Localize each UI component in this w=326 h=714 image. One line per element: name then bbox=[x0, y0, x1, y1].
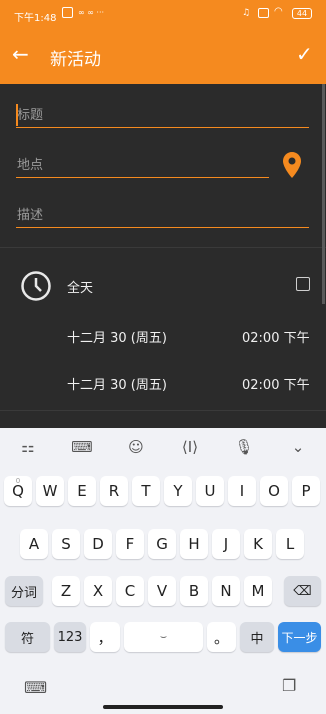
page-title: 新活动 bbox=[50, 50, 101, 70]
next-key[interactable]: 下一步 bbox=[278, 622, 321, 652]
key-u[interactable]: U bbox=[196, 476, 224, 506]
location-pin-icon[interactable] bbox=[283, 152, 301, 178]
key-v[interactable]: V bbox=[148, 576, 176, 606]
sim-icon bbox=[258, 8, 269, 18]
fenci-key[interactable]: 分词 bbox=[5, 576, 43, 606]
notification-icons: ∞ ∞ ··· bbox=[78, 8, 105, 17]
home-indicator[interactable] bbox=[103, 705, 223, 709]
app-notification-icon bbox=[62, 7, 73, 18]
key-p[interactable]: P bbox=[292, 476, 320, 506]
period-key[interactable]: 。 bbox=[207, 622, 236, 652]
key-j[interactable]: J bbox=[212, 529, 240, 559]
status-time: 下午1:48 bbox=[14, 13, 57, 24]
key-d[interactable]: D bbox=[84, 529, 112, 559]
collapse-keyboard-icon[interactable]: ⌄ bbox=[283, 438, 313, 462]
clipboard-icon[interactable]: ❐ bbox=[282, 676, 296, 695]
key-c[interactable]: C bbox=[116, 576, 144, 606]
description-placeholder: 描述 bbox=[17, 208, 44, 223]
back-arrow-icon[interactable]: ← bbox=[12, 44, 29, 64]
key-q[interactable]: Q0 bbox=[4, 476, 32, 506]
divider bbox=[0, 410, 326, 411]
space-key[interactable]: ⌣ bbox=[124, 622, 203, 652]
microphone-icon[interactable]: 🎙 bbox=[229, 438, 259, 462]
wifi-icon: ◠ bbox=[274, 6, 283, 17]
description-field[interactable]: 描述 bbox=[16, 202, 309, 228]
key-x[interactable]: X bbox=[84, 576, 112, 606]
battery-icon: 44 bbox=[292, 8, 312, 19]
key-o[interactable]: O bbox=[260, 476, 288, 506]
key-y[interactable]: Y bbox=[164, 476, 192, 506]
keyboard-layout-icon[interactable]: ⌨ bbox=[67, 438, 97, 462]
lang-key[interactable]: 中 bbox=[240, 622, 274, 652]
scrollbar[interactable] bbox=[322, 84, 325, 304]
start-date[interactable]: 十二月 30 (周五) bbox=[67, 327, 167, 346]
grid-menu-icon[interactable]: ⚏ bbox=[13, 438, 43, 462]
comma-key[interactable]: ， bbox=[90, 622, 120, 652]
key-f[interactable]: F bbox=[116, 529, 144, 559]
key-t[interactable]: T bbox=[132, 476, 160, 506]
key-s[interactable]: S bbox=[52, 529, 80, 559]
start-time[interactable]: 02:00 下午 bbox=[242, 327, 310, 346]
emoji-icon[interactable]: ☺ bbox=[121, 438, 151, 462]
key-alt-label: 0 bbox=[15, 477, 21, 485]
alarm-icon: ♫ bbox=[242, 8, 251, 18]
keyboard-switch-icon[interactable]: ⌨ bbox=[24, 678, 47, 697]
save-check-icon[interactable]: ✓ bbox=[296, 42, 313, 66]
backspace-key[interactable]: ⌫ bbox=[284, 576, 321, 606]
key-n[interactable]: N bbox=[212, 576, 240, 606]
key-h[interactable]: H bbox=[180, 529, 208, 559]
location-placeholder: 地点 bbox=[17, 158, 44, 173]
text-cursor bbox=[16, 104, 18, 126]
key-g[interactable]: G bbox=[148, 529, 176, 559]
key-z[interactable]: Z bbox=[52, 576, 80, 606]
space-icon: ⌣ bbox=[159, 630, 168, 643]
event-form: 标题 地点 描述 全天 十二月 30 (周五) 02:00 下午 十二月 30 … bbox=[0, 84, 326, 428]
title-field[interactable]: 标题 bbox=[16, 102, 309, 128]
number-key[interactable]: 123 bbox=[54, 622, 86, 652]
location-field[interactable]: 地点 bbox=[16, 152, 269, 178]
app-bar: ← 新活动 ✓ bbox=[0, 30, 326, 84]
key-i[interactable]: I bbox=[228, 476, 256, 506]
allday-label: 全天 bbox=[67, 281, 94, 296]
end-date[interactable]: 十二月 30 (周五) bbox=[67, 374, 167, 393]
key-l[interactable]: L bbox=[276, 529, 304, 559]
key-b[interactable]: B bbox=[180, 576, 208, 606]
status-bar: 下午1:48 ∞ ∞ ··· ♫ ◠ 44 bbox=[0, 0, 326, 30]
allday-checkbox[interactable] bbox=[296, 277, 310, 291]
divider bbox=[0, 247, 326, 248]
key-k[interactable]: K bbox=[244, 529, 272, 559]
keyboard: ⚏ ⌨ ☺ ⟨I⟩ 🎙 ⌄ 分词 ⌫ 符 123 ， ⌣ 。 中 下一步 ⌨ ❐… bbox=[0, 428, 326, 714]
key-e[interactable]: E bbox=[68, 476, 96, 506]
key-m[interactable]: M bbox=[244, 576, 272, 606]
key-r[interactable]: R bbox=[100, 476, 128, 506]
end-time[interactable]: 02:00 下午 bbox=[242, 374, 310, 393]
cursor-move-icon[interactable]: ⟨I⟩ bbox=[175, 438, 205, 462]
title-placeholder: 标题 bbox=[17, 108, 44, 123]
key-a[interactable]: A bbox=[20, 529, 48, 559]
key-w[interactable]: W bbox=[36, 476, 64, 506]
clock-icon bbox=[21, 271, 51, 301]
symbol-key[interactable]: 符 bbox=[5, 622, 50, 652]
